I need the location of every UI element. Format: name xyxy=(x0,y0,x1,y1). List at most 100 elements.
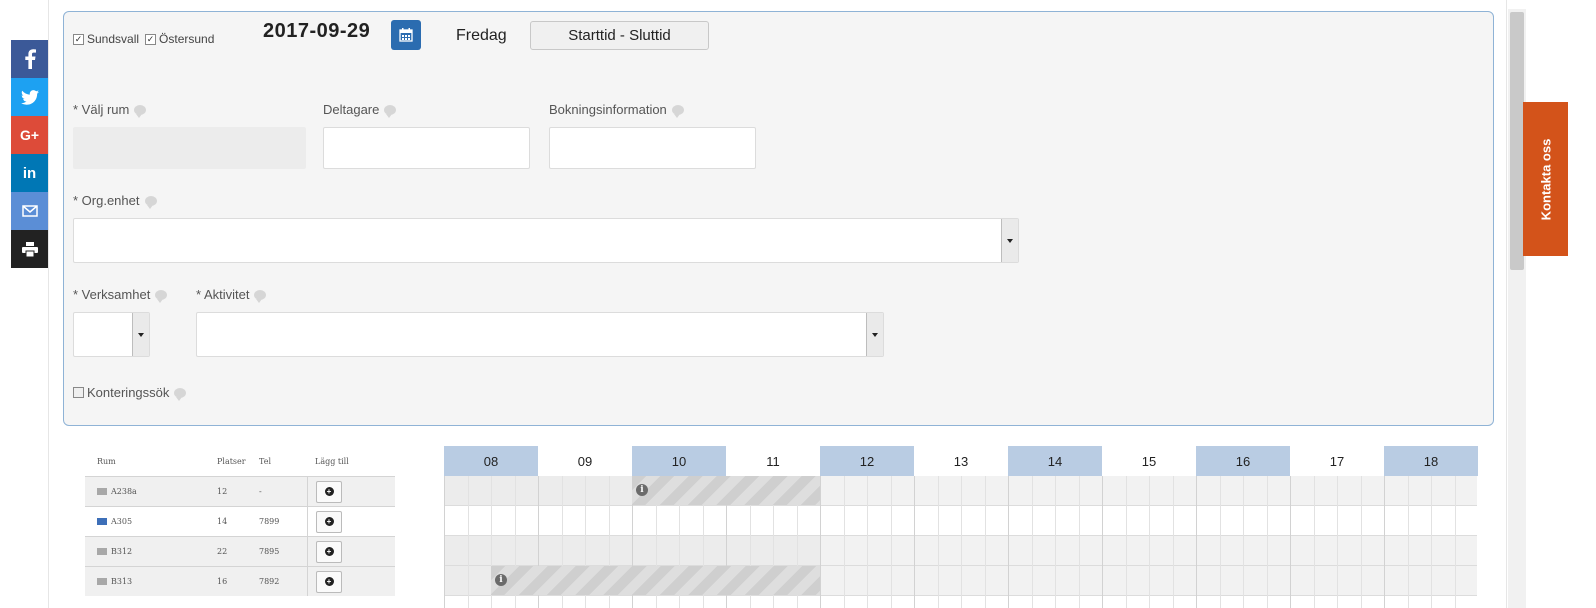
org-unit-select[interactable] xyxy=(73,218,1019,263)
grid-line xyxy=(1313,476,1315,608)
grid-line xyxy=(1125,476,1127,608)
page-border-left xyxy=(48,0,49,608)
business-select[interactable] xyxy=(73,312,150,357)
seats-cell: 16 xyxy=(217,577,228,586)
time-range-button[interactable]: Starttid - Sluttid xyxy=(530,21,709,50)
phone-cell: 7895 xyxy=(259,547,280,556)
chevron-down-icon[interactable] xyxy=(1001,219,1018,262)
grid-line xyxy=(444,476,445,608)
location-checkbox-ostersund[interactable]: ✓ xyxy=(145,33,157,45)
room-icon xyxy=(97,578,107,585)
table-row: A238a 12 - + xyxy=(85,476,395,506)
info-icon[interactable]: i xyxy=(495,574,507,586)
add-cell: + xyxy=(307,507,395,536)
selected-date: 2017-09-29 xyxy=(263,20,371,42)
column-header-phone: Tel xyxy=(259,456,272,466)
add-room-button[interactable]: + xyxy=(316,510,342,533)
column-header-seats: Platser xyxy=(217,456,246,466)
selected-weekday: Fredag xyxy=(456,27,507,44)
room-table-header: Rum Platser Tel Lägg till xyxy=(85,446,395,476)
contact-us-label: Kontakta oss xyxy=(1538,138,1554,220)
chevron-down-icon[interactable] xyxy=(866,313,883,356)
hour-header: 08 xyxy=(444,446,538,476)
phone-cell: - xyxy=(259,487,262,496)
business-field-label: * Verksamhet xyxy=(73,287,168,303)
schedule-grid: 08 09 10 11 12 13 14 15 16 17 18 ii xyxy=(444,446,1478,608)
room-name[interactable]: B313 xyxy=(111,577,132,586)
linkedin-icon[interactable]: in xyxy=(11,154,48,192)
room-cell: A305 xyxy=(85,517,199,526)
help-icon[interactable] xyxy=(174,387,187,401)
contact-us-tab[interactable]: Kontakta oss xyxy=(1523,102,1568,256)
plus-icon: + xyxy=(324,517,334,526)
google-plus-icon[interactable]: G+ xyxy=(11,116,48,154)
hour-header: 11 xyxy=(766,453,780,469)
grid-line xyxy=(1360,476,1362,608)
grid-line xyxy=(890,476,892,608)
account-search-option: Konteringssök xyxy=(73,385,187,401)
activity-select[interactable] xyxy=(196,312,884,357)
grid-line xyxy=(1008,476,1009,608)
hour-header: 09 xyxy=(577,453,593,469)
room-name[interactable]: A238a xyxy=(111,487,137,496)
grid-line xyxy=(843,476,845,608)
grid-line xyxy=(1078,476,1080,608)
booking-block[interactable]: i xyxy=(632,476,820,505)
seats-cell: 22 xyxy=(217,547,228,556)
help-icon[interactable] xyxy=(254,289,267,303)
activity-field-label: * Aktivitet xyxy=(196,287,267,303)
email-icon[interactable] xyxy=(11,192,48,230)
twitter-icon[interactable] xyxy=(11,78,48,116)
table-row: B313 16 7892 + xyxy=(85,566,395,596)
grid-line xyxy=(820,476,821,608)
participants-label-text: Deltagare xyxy=(323,102,380,117)
grid-line xyxy=(961,476,962,608)
grid-line xyxy=(1384,476,1385,608)
help-icon[interactable] xyxy=(671,104,684,118)
facebook-icon[interactable] xyxy=(11,40,48,78)
print-icon[interactable] xyxy=(11,230,48,268)
grid-line xyxy=(1219,476,1221,608)
help-icon[interactable] xyxy=(134,104,147,118)
seats-cell: 12 xyxy=(217,487,228,496)
grid-line xyxy=(1055,476,1056,608)
grid-line xyxy=(984,476,986,608)
participants-input[interactable] xyxy=(323,127,530,169)
help-icon[interactable] xyxy=(155,289,168,303)
add-room-button[interactable]: + xyxy=(316,570,342,593)
add-cell: + xyxy=(307,537,395,566)
add-room-button[interactable]: + xyxy=(316,480,342,503)
booking-info-input[interactable] xyxy=(549,127,756,169)
grid-line xyxy=(1102,476,1103,608)
grid-line xyxy=(937,476,939,608)
location-filters: ✓ Sundsvall ✓ Östersund xyxy=(73,32,220,46)
calendar-button[interactable] xyxy=(391,20,421,50)
table-row: A305 14 7899 + xyxy=(85,506,395,536)
calendar-icon xyxy=(399,28,413,42)
info-icon[interactable]: i xyxy=(636,484,648,496)
location-checkbox-sundsvall[interactable]: ✓ xyxy=(73,33,84,45)
room-field-label: * Välj rum xyxy=(73,102,147,118)
grid-line xyxy=(467,476,469,608)
help-icon[interactable] xyxy=(384,104,397,118)
room-table: Rum Platser Tel Lägg till A238a 12 - + A305 1… xyxy=(85,446,395,596)
seats-cell: 14 xyxy=(217,517,228,526)
add-cell: + xyxy=(307,567,395,596)
scrollbar-thumb[interactable] xyxy=(1510,12,1524,270)
phone-cell: 7899 xyxy=(259,517,280,526)
hour-header: 16 xyxy=(1196,446,1290,476)
account-search-checkbox[interactable] xyxy=(73,387,84,398)
room-icon xyxy=(97,488,107,495)
room-name[interactable]: B312 xyxy=(111,547,132,556)
room-name[interactable]: A305 xyxy=(111,517,132,526)
room-cell: A238a xyxy=(85,487,199,496)
hour-header: 18 xyxy=(1384,446,1478,476)
grid-line xyxy=(1243,476,1244,608)
booking-block[interactable]: i xyxy=(491,566,820,595)
help-icon[interactable] xyxy=(144,195,157,209)
page-border-right xyxy=(1506,0,1507,608)
hour-header: 17 xyxy=(1329,453,1345,469)
add-room-button[interactable]: + xyxy=(316,540,342,563)
chevron-down-icon[interactable] xyxy=(132,313,149,356)
room-select-field[interactable] xyxy=(73,127,306,169)
